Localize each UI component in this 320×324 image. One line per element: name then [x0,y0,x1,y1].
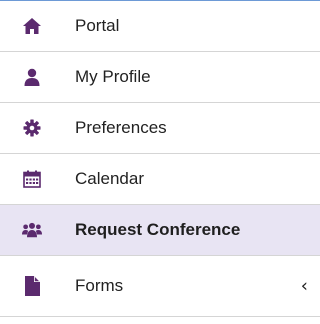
menu-item-portal[interactable]: Portal [0,1,320,52]
menu-item-label: My Profile [75,67,151,86]
menu-item-label: Preferences [75,118,167,137]
menu-item-calendar[interactable]: Calendar [0,154,320,205]
home-icon [22,16,42,36]
menu-item-my-profile[interactable]: My Profile [0,52,320,103]
menu-item-label: Portal [75,16,120,35]
menu-item-label: Request Conference [75,220,241,239]
user-icon [22,67,42,87]
chevron-left-icon[interactable]: ‹ [301,276,308,297]
file-icon [22,276,42,296]
menu-item-label: Calendar [75,169,144,188]
sidebar-menu: Portal My Profile Preferences Calendar R… [0,0,320,317]
calendar-icon [22,169,42,189]
menu-item-forms[interactable]: Forms ‹ [0,256,320,317]
menu-item-label: Forms [75,276,124,295]
gear-icon [22,118,42,138]
menu-item-preferences[interactable]: Preferences [0,103,320,154]
menu-item-request-conference[interactable]: Request Conference [0,205,320,256]
users-icon [22,220,42,240]
